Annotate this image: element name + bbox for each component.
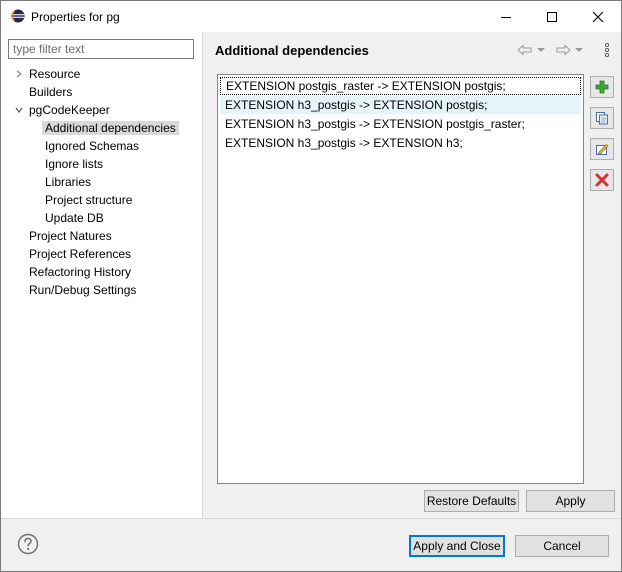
tree-item-label: Ignore lists [45,157,104,171]
tree-item-label: Builders [29,85,73,99]
tree-item-label: Resource [29,67,81,81]
tree-item-label: Libraries [45,175,92,189]
title-bar[interactable]: Properties for pg [1,1,621,32]
tree-item-builders[interactable]: Builders [26,84,75,100]
page-navigation [517,41,613,59]
page-pane: Additional dependencies EXTENSION postgi… [203,32,621,518]
tree-item-label: Project References [29,247,132,261]
maximize-button[interactable] [529,1,575,32]
expand-icon[interactable] [14,66,24,82]
list-item[interactable]: EXTENSION h3_postgis -> EXTENSION h3; [220,134,581,152]
back-history-dropdown[interactable] [536,41,546,59]
close-icon [592,11,604,22]
apply-and-close-button[interactable]: Apply and Close [409,535,505,557]
edit-button[interactable] [590,138,614,160]
copy-icon [596,112,608,125]
apply-button[interactable]: Apply [526,490,615,512]
add-icon [595,80,609,94]
tree-item-label: Additional dependencies [42,121,179,135]
page-title: Additional dependencies [215,43,369,58]
forward-history-dropdown[interactable] [574,41,584,59]
properties-dialog: Properties for pg Resource Builders [0,0,622,572]
collapse-icon[interactable] [14,102,24,118]
tree-item-ignore-lists[interactable]: Ignore lists [42,156,106,172]
dependencies-list[interactable]: EXTENSION postgis_raster -> EXTENSION po… [217,74,584,484]
copy-button[interactable] [590,107,614,129]
tree-item-ignored-schemas[interactable]: Ignored Schemas [42,138,142,154]
back-arrow-icon [517,44,532,56]
window-title: Properties for pg [31,10,120,24]
list-item[interactable]: EXTENSION h3_postgis -> EXTENSION postgi… [220,96,581,114]
tree-item-label: Refactoring History [29,265,132,279]
category-pane: Resource Builders pgCodeKeeper Additiona… [1,32,202,518]
restore-defaults-button[interactable]: Restore Defaults [424,490,519,512]
minimize-icon [501,16,511,18]
add-button[interactable] [590,76,614,98]
tree-item-label: Ignored Schemas [45,139,140,153]
eclipse-icon [11,9,25,23]
maximize-icon [547,11,557,22]
list-item[interactable]: EXTENSION postgis_raster -> EXTENSION po… [220,77,581,95]
chevron-down-icon [537,48,545,52]
close-button[interactable] [575,1,621,32]
more-vertical-icon [604,43,610,57]
dialog-footer: Apply and Close Cancel [1,519,621,571]
tree-item-additional-dependencies[interactable]: Additional dependencies [42,120,179,136]
tree-item-pgcodekeeper[interactable]: pgCodeKeeper [26,102,113,118]
delete-icon [595,173,609,187]
tree-item-label: Project structure [45,193,133,207]
tree-item-project-natures[interactable]: Project Natures [26,228,115,244]
back-button[interactable] [517,41,533,59]
tree-item-project-references[interactable]: Project References [26,246,134,262]
minimize-button[interactable] [483,1,529,32]
chevron-down-icon [575,48,583,52]
filter-input[interactable] [8,39,194,59]
view-menu-button[interactable] [603,41,611,59]
tree-item-label: Run/Debug Settings [29,283,137,297]
tree-item-project-structure[interactable]: Project structure [42,192,135,208]
delete-button[interactable] [590,169,614,191]
cancel-button[interactable]: Cancel [515,535,609,557]
tree-item-refactoring-history[interactable]: Refactoring History [26,264,134,280]
tree-item-resource[interactable]: Resource [26,66,83,82]
tree-item-run-debug-settings[interactable]: Run/Debug Settings [26,282,139,298]
tree-item-libraries[interactable]: Libraries [42,174,94,190]
tree-item-label: pgCodeKeeper [29,103,110,117]
list-item[interactable]: EXTENSION h3_postgis -> EXTENSION postgi… [220,115,581,133]
forward-arrow-icon [556,44,571,56]
tree-item-label: Update DB [45,211,104,225]
forward-button[interactable] [555,41,571,59]
tree-item-update-db[interactable]: Update DB [42,210,107,226]
tree-item-label: Project Natures [29,229,112,243]
help-icon[interactable] [17,533,39,555]
edit-icon [596,144,609,155]
